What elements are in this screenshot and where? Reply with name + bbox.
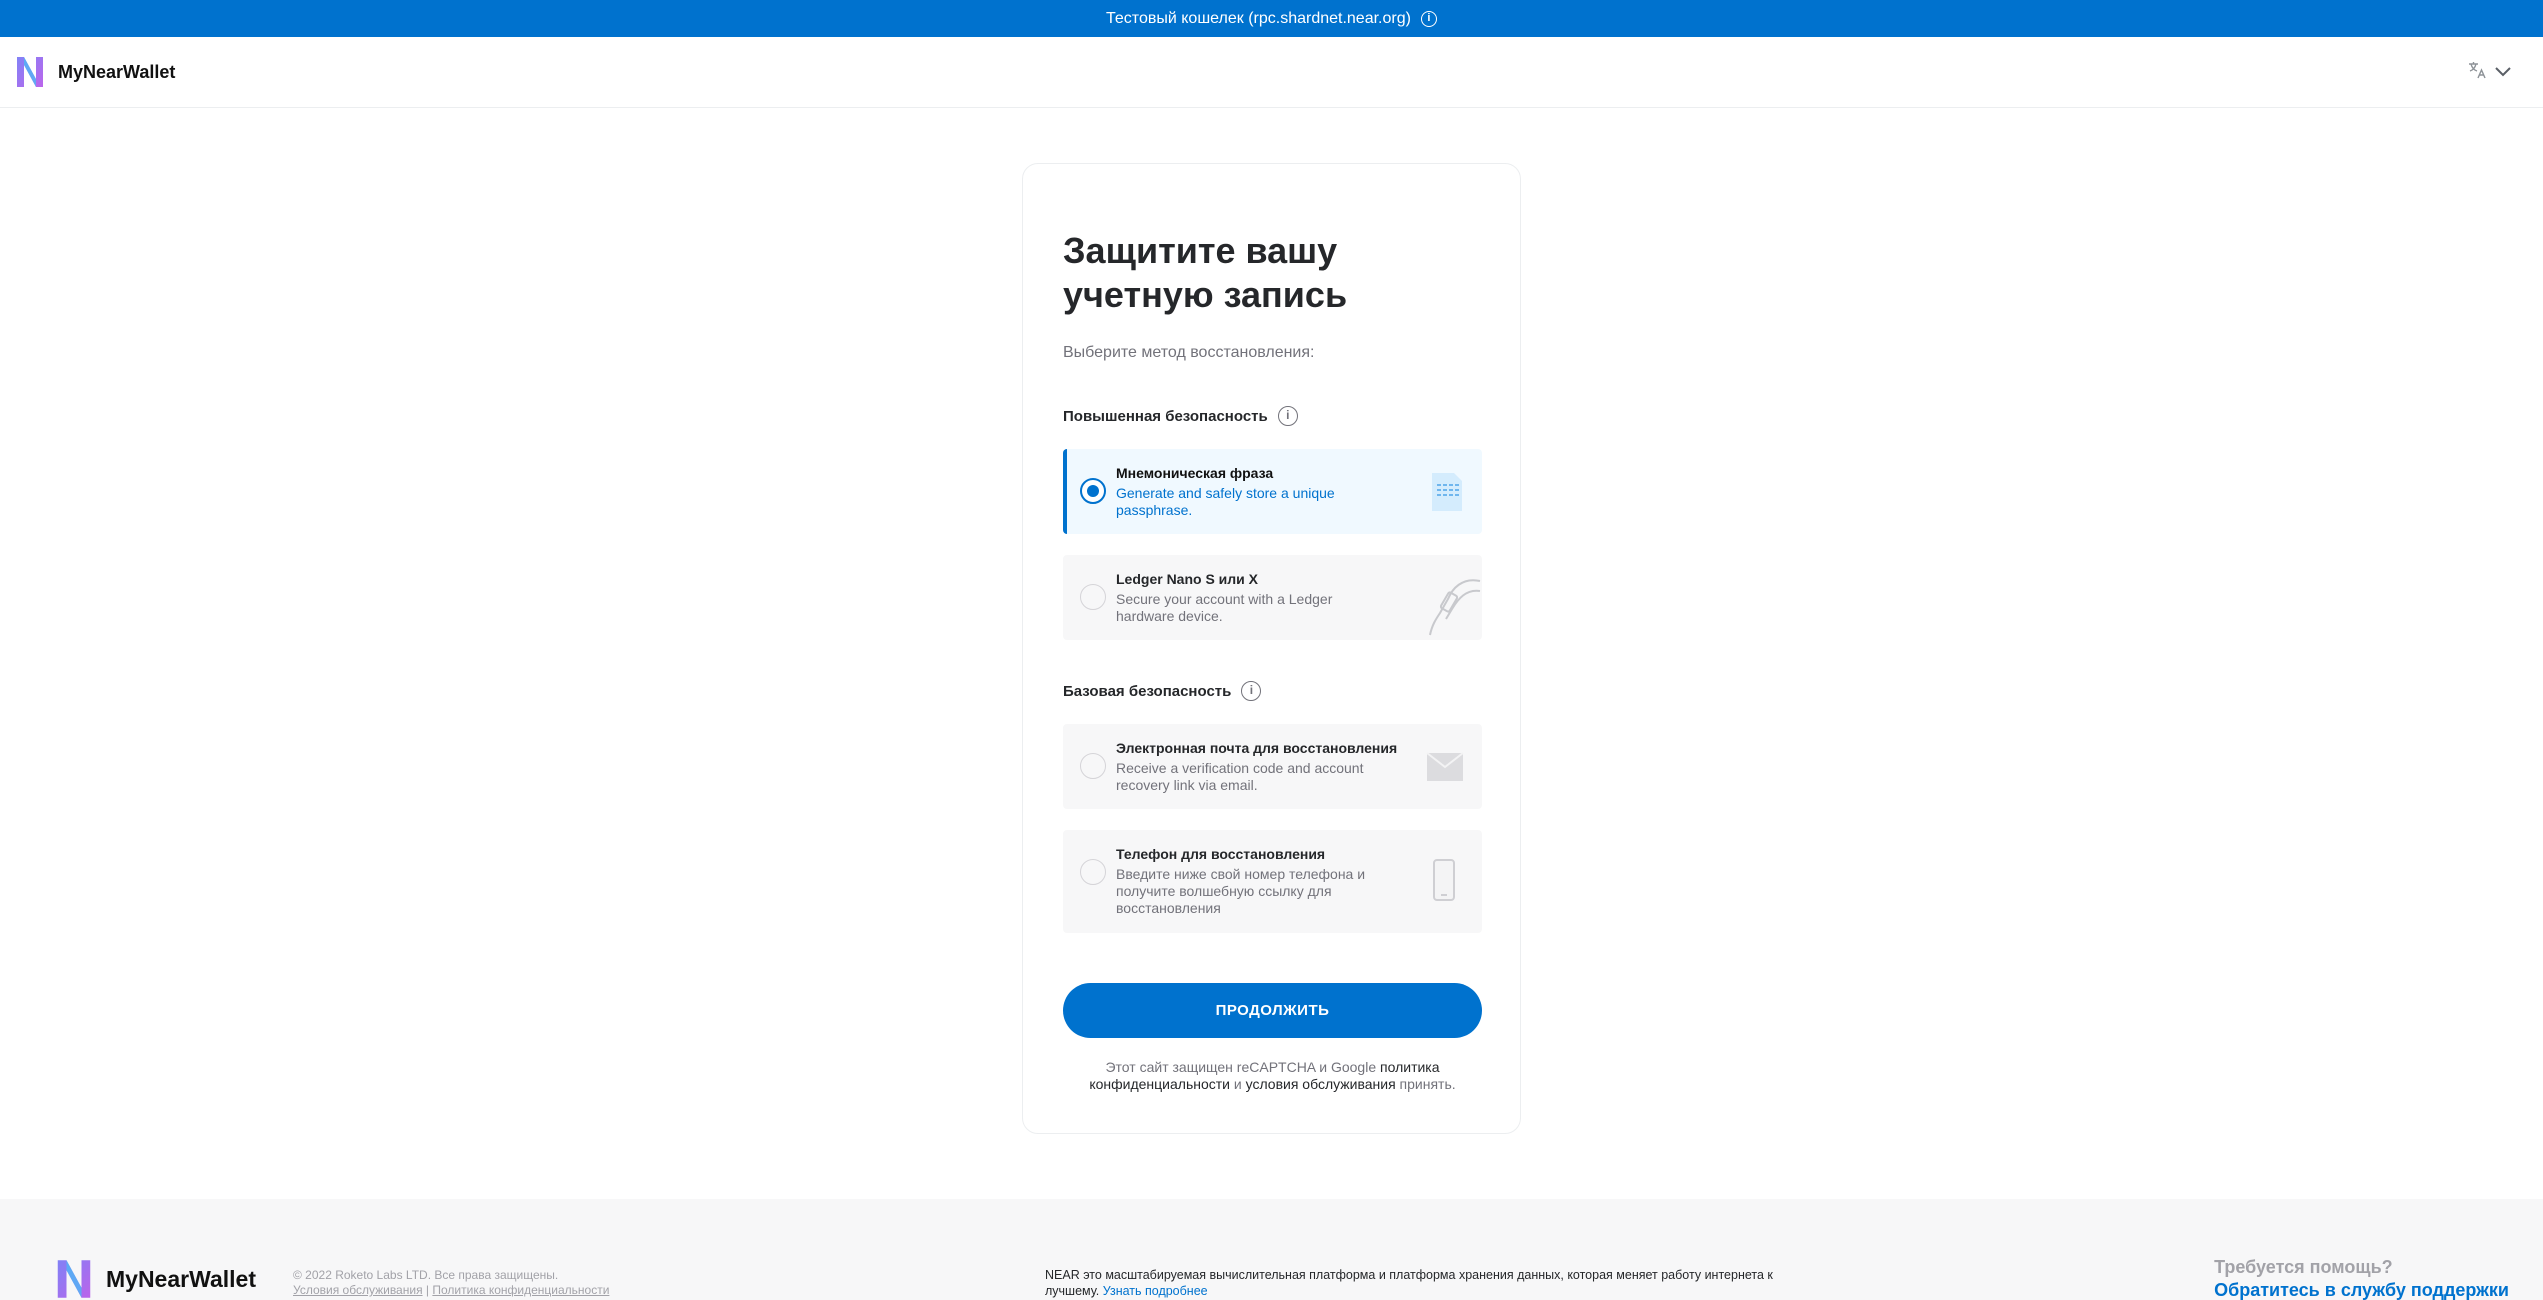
section-basic: Базовая безопасность i — [1063, 681, 1262, 701]
language-selector[interactable] — [2467, 61, 2511, 84]
recovery-option-passphrase[interactable]: Мнемоническая фраза Generate and safely … — [1063, 449, 1482, 534]
option-title: Электронная почта для восстановления — [1116, 740, 1398, 756]
footer-privacy-link[interactable]: Политика конфиденциальности — [432, 1283, 609, 1297]
recaptcha-and: и — [1230, 1076, 1246, 1092]
footer-brand-name: MyNearWallet — [106, 1265, 256, 1292]
terms-of-service-link[interactable]: условия обслуживания — [1246, 1076, 1396, 1092]
option-description: Receive a verification code and account … — [1116, 760, 1364, 793]
document-grid-icon — [1430, 471, 1464, 518]
recovery-option-ledger[interactable]: Ledger Nano S или X Secure your account … — [1063, 555, 1482, 640]
recovery-option-phone[interactable]: Телефон для восстановления Введите ниже … — [1063, 830, 1482, 933]
banner-text: Тестовый кошелек (rpc.shardnet.near.org) — [1106, 9, 1411, 27]
footer: MyNearWallet © 2022 Roketo Labs LTD. Все… — [0, 1199, 2543, 1300]
copyright: © 2022 Roketo Labs LTD. Все права защище… — [293, 1268, 559, 1282]
phone-icon — [1432, 858, 1456, 907]
footer-brand-logo[interactable]: MyNearWallet — [54, 1255, 256, 1300]
continue-button[interactable]: ПРОДОЛЖИТЬ — [1063, 983, 1482, 1038]
brand-logo[interactable]: MyNearWallet — [14, 53, 175, 91]
page-title: Защитите вашу учетную запись — [1063, 230, 1348, 315]
learn-more-link[interactable]: Узнать подробнее — [1103, 1284, 1208, 1298]
option-description: Generate and safely store a unique passp… — [1116, 485, 1335, 518]
chevron-down-icon — [2495, 64, 2511, 82]
radio-button[interactable] — [1080, 584, 1106, 610]
section-advanced-label: Повышенная безопасность — [1063, 407, 1268, 425]
near-logo-icon — [17, 57, 43, 87]
recovery-card: Защитите вашу учетную запись Выберите ме… — [1022, 163, 1521, 1134]
recaptcha-prefix: Этот сайт защищен reCAPTCHA и Google — [1105, 1059, 1381, 1075]
header: MyNearWallet — [0, 37, 2543, 108]
info-icon[interactable]: i — [1277, 406, 1298, 426]
footer-separator: | — [425, 1283, 430, 1297]
section-advanced: Повышенная безопасность i — [1063, 406, 1298, 426]
near-logo-icon — [57, 1260, 91, 1298]
option-title: Телефон для восстановления — [1116, 846, 1326, 862]
help-question: Требуется помощь? — [2214, 1257, 2393, 1277]
footer-links: Условия обслуживания | Политика конфиден… — [293, 1283, 609, 1297]
footer-help: Требуется помощь? Обратитесь в службу по… — [2214, 1257, 2509, 1300]
option-description: Secure your account with a Ledger hardwa… — [1116, 591, 1333, 624]
radio-button[interactable] — [1080, 478, 1106, 504]
support-link[interactable]: Обратитесь в службу поддержки — [2214, 1280, 2509, 1300]
footer-terms-link[interactable]: Условия обслуживания — [293, 1283, 423, 1297]
translate-icon — [2467, 61, 2487, 84]
info-icon[interactable]: i — [1420, 10, 1437, 27]
page-subtitle: Выберите метод восстановления: — [1063, 344, 1315, 361]
info-icon[interactable]: i — [1241, 681, 1262, 701]
radio-button[interactable] — [1080, 753, 1106, 779]
footer-about: NEAR это масштабируемая вычислительная п… — [1045, 1267, 1785, 1299]
recaptcha-notice: Этот сайт защищен reCAPTCHA и Google пол… — [1063, 1059, 1482, 1093]
radio-button[interactable] — [1080, 859, 1106, 885]
recaptcha-suffix: принять. — [1395, 1076, 1456, 1092]
ledger-device-icon — [1422, 569, 1482, 644]
testnet-banner: Тестовый кошелек (rpc.shardnet.near.org)… — [0, 0, 2543, 37]
brand-name: MyNearWallet — [58, 61, 176, 82]
option-description: Введите ниже свой номер телефона и получ… — [1116, 866, 1366, 916]
envelope-icon — [1426, 752, 1464, 787]
option-title: Ledger Nano S или X — [1116, 571, 1259, 587]
section-basic-label: Базовая безопасность — [1063, 682, 1232, 700]
option-title: Мнемоническая фраза — [1116, 465, 1274, 481]
recovery-option-email[interactable]: Электронная почта для восстановления Rec… — [1063, 724, 1482, 809]
